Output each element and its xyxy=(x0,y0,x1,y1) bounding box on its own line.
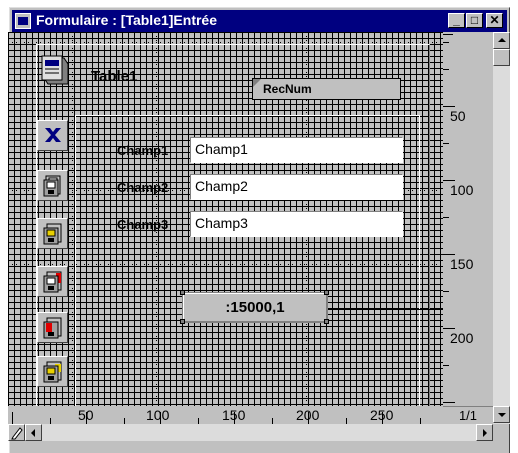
save-record-icon xyxy=(43,175,61,197)
champ3-label: Champ3 xyxy=(117,217,169,232)
formula-value-field[interactable]: :15000,1 xyxy=(182,292,328,323)
arrow-left-icon xyxy=(31,429,35,437)
champ1-field[interactable]: Champ1 xyxy=(190,137,403,163)
recnum-field[interactable]: RecNum xyxy=(252,78,401,100)
resize-handle[interactable] xyxy=(324,319,329,324)
delete-icon xyxy=(45,128,61,142)
window-title: Formulaire : [Table1]Entrée xyxy=(36,12,218,28)
ruler-label: 100 xyxy=(146,407,170,423)
resize-handle[interactable] xyxy=(324,290,329,295)
resize-handle[interactable] xyxy=(180,290,185,295)
first-record-button[interactable] xyxy=(37,312,68,343)
arrow-right-icon xyxy=(483,429,487,437)
scroll-left-button[interactable] xyxy=(25,424,42,441)
champ2-field[interactable]: Champ2 xyxy=(190,174,403,200)
scroll-thumb[interactable] xyxy=(493,49,510,66)
page-indicator: 1/1 xyxy=(443,406,493,424)
horizontal-ruler: 50 100 150 200 250 xyxy=(8,406,443,424)
close-button[interactable]: ✕ xyxy=(486,13,503,28)
vertical-scrollbar[interactable] xyxy=(493,32,510,424)
last-record-button[interactable] xyxy=(37,356,68,387)
save-record-button[interactable] xyxy=(37,170,68,201)
next-record-button[interactable] xyxy=(37,218,68,249)
resize-handle[interactable] xyxy=(180,319,185,324)
arrow-up-icon xyxy=(498,38,506,42)
scroll-right-button[interactable] xyxy=(476,424,493,441)
first-record-icon xyxy=(43,317,62,339)
ruler-label: 50 xyxy=(78,407,94,423)
table-title: Table1 xyxy=(91,68,138,85)
arrow-down-icon xyxy=(498,413,506,417)
last-record-icon xyxy=(43,361,62,383)
table-icon[interactable] xyxy=(38,54,72,88)
horizontal-scrollbar[interactable] xyxy=(8,424,493,441)
ruler-label: 150 xyxy=(222,407,246,423)
ruler-label: 50 xyxy=(450,108,466,124)
ruler-label: 200 xyxy=(296,407,320,423)
scroll-up-button[interactable] xyxy=(493,32,510,49)
champ2-label: Champ2 xyxy=(117,180,169,195)
form-design-canvas[interactable]: Table1 RecNum Champ1 Champ1 Champ2 Champ… xyxy=(8,32,443,406)
recnum-label: RecNum xyxy=(263,82,312,96)
pencil-icon xyxy=(11,427,23,440)
connector-line xyxy=(328,309,443,310)
ruler-label: 250 xyxy=(370,407,394,423)
ruler-label: 200 xyxy=(450,330,474,346)
ruler-label: 100 xyxy=(450,182,474,198)
form-app-icon[interactable] xyxy=(15,13,31,29)
champ3-field[interactable]: Champ3 xyxy=(190,211,403,237)
delete-button[interactable] xyxy=(37,120,68,151)
previous-record-button[interactable] xyxy=(37,266,68,297)
title-bar[interactable]: Formulaire : [Table1]Entrée _ □ ✕ xyxy=(12,10,507,32)
previous-record-icon xyxy=(43,271,62,293)
champ1-label: Champ1 xyxy=(117,143,169,158)
design-mode-button[interactable] xyxy=(8,424,25,441)
scroll-down-button[interactable] xyxy=(493,406,510,423)
vertical-ruler: 50 100 150 200 xyxy=(443,32,493,406)
next-record-icon xyxy=(43,223,62,245)
minimize-button[interactable]: _ xyxy=(448,13,465,28)
maximize-button[interactable]: □ xyxy=(466,13,483,28)
ruler-label: 150 xyxy=(450,256,474,272)
